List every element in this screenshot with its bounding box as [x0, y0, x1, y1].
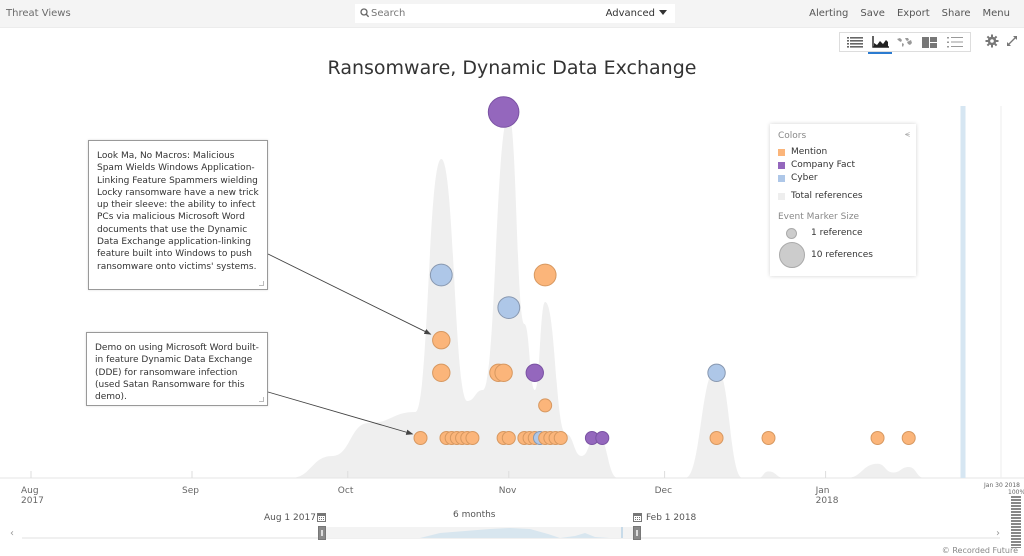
event-marker[interactable]	[595, 431, 610, 445]
range-span-label: 6 months	[453, 510, 496, 520]
annotation-note[interactable]: Look Ma, No Macros: Malicious Spam Wield…	[88, 140, 268, 290]
event-marker[interactable]	[501, 431, 516, 445]
event-marker[interactable]	[553, 431, 568, 445]
legend-item-total: Total references	[778, 191, 863, 201]
legend-item-company-fact: Company Fact	[778, 160, 855, 170]
range-end-handle[interactable]	[633, 526, 641, 540]
chart-legend: Colors ⪪ Mention Company Fact Cyber Tota…	[770, 124, 916, 276]
event-marker[interactable]	[707, 363, 726, 382]
scroll-right-arrow[interactable]: ›	[996, 528, 1000, 539]
copyright-text: © Recorded Future	[941, 546, 1018, 555]
event-marker[interactable]	[487, 96, 520, 128]
event-marker[interactable]	[533, 263, 557, 287]
x-tick-sublabel: 2017	[21, 496, 44, 506]
legend-colors-heading: Colors	[778, 131, 807, 141]
resize-grip-icon[interactable]	[259, 397, 264, 402]
x-tick-label: Aug	[21, 486, 39, 496]
calendar-icon[interactable]	[633, 512, 642, 522]
event-marker[interactable]	[465, 431, 480, 445]
range-end-date-marker: Jan 30 2018	[984, 482, 1020, 489]
annotation-text: Demo on using Microsoft Word built-in fe…	[95, 343, 259, 403]
zoom-slider[interactable]	[1011, 496, 1021, 548]
cyber-swatch	[778, 174, 785, 182]
event-marker[interactable]	[870, 431, 885, 445]
event-marker[interactable]	[538, 398, 553, 413]
x-tick-label: Oct	[338, 486, 354, 496]
event-marker[interactable]	[413, 431, 428, 445]
legend-label: Total references	[791, 191, 863, 201]
event-marker[interactable]	[497, 296, 521, 320]
company-fact-swatch	[778, 161, 785, 169]
event-marker[interactable]	[901, 431, 916, 445]
event-marker[interactable]	[432, 331, 451, 350]
x-tick-label: Dec	[655, 486, 672, 496]
total-references-swatch	[778, 192, 785, 200]
x-tick-label: Nov	[499, 486, 517, 496]
annotation-arrow	[267, 253, 432, 335]
event-marker[interactable]	[432, 363, 451, 382]
legend-label: Cyber	[791, 173, 818, 183]
event-marker[interactable]	[525, 363, 544, 382]
event-marker[interactable]	[709, 431, 724, 445]
range-start-handle[interactable]	[318, 526, 326, 540]
x-tick-sublabel: 2018	[816, 496, 839, 506]
event-marker[interactable]	[429, 263, 453, 287]
marker-size-heading: Event Marker Size	[778, 212, 860, 222]
big-marker-label: 10 references	[811, 250, 873, 260]
annotation-note[interactable]: Demo on using Microsoft Word built-in fe…	[86, 332, 268, 406]
mention-swatch	[778, 148, 785, 156]
resize-grip-icon[interactable]	[259, 281, 264, 286]
zoom-percent-label: 100%	[1008, 489, 1024, 496]
range-end-label[interactable]: Feb 1 2018	[646, 513, 696, 523]
event-marker[interactable]	[761, 431, 776, 445]
annotation-text: Look Ma, No Macros: Malicious Spam Wield…	[97, 151, 259, 272]
calendar-icon[interactable]	[317, 512, 326, 522]
x-tick-label: Jan	[815, 486, 830, 496]
x-tick-label: Sep	[182, 486, 199, 496]
small-marker-label: 1 reference	[811, 228, 863, 238]
legend-item-cyber: Cyber	[778, 173, 818, 183]
overview-minimap	[22, 527, 1000, 539]
big-marker-sample	[779, 242, 805, 268]
legend-label: Company Fact	[791, 160, 856, 170]
event-marker[interactable]	[494, 363, 513, 382]
annotation-connectors	[267, 253, 432, 435]
collapse-legend-icon[interactable]: ⪪	[905, 130, 910, 140]
range-start-label[interactable]: Aug 1 2017	[264, 513, 316, 523]
scroll-left-arrow[interactable]: ‹	[10, 528, 14, 539]
small-marker-sample	[786, 228, 797, 239]
annotation-arrow	[267, 391, 414, 435]
legend-item-mention: Mention	[778, 147, 827, 157]
legend-label: Mention	[791, 147, 828, 157]
